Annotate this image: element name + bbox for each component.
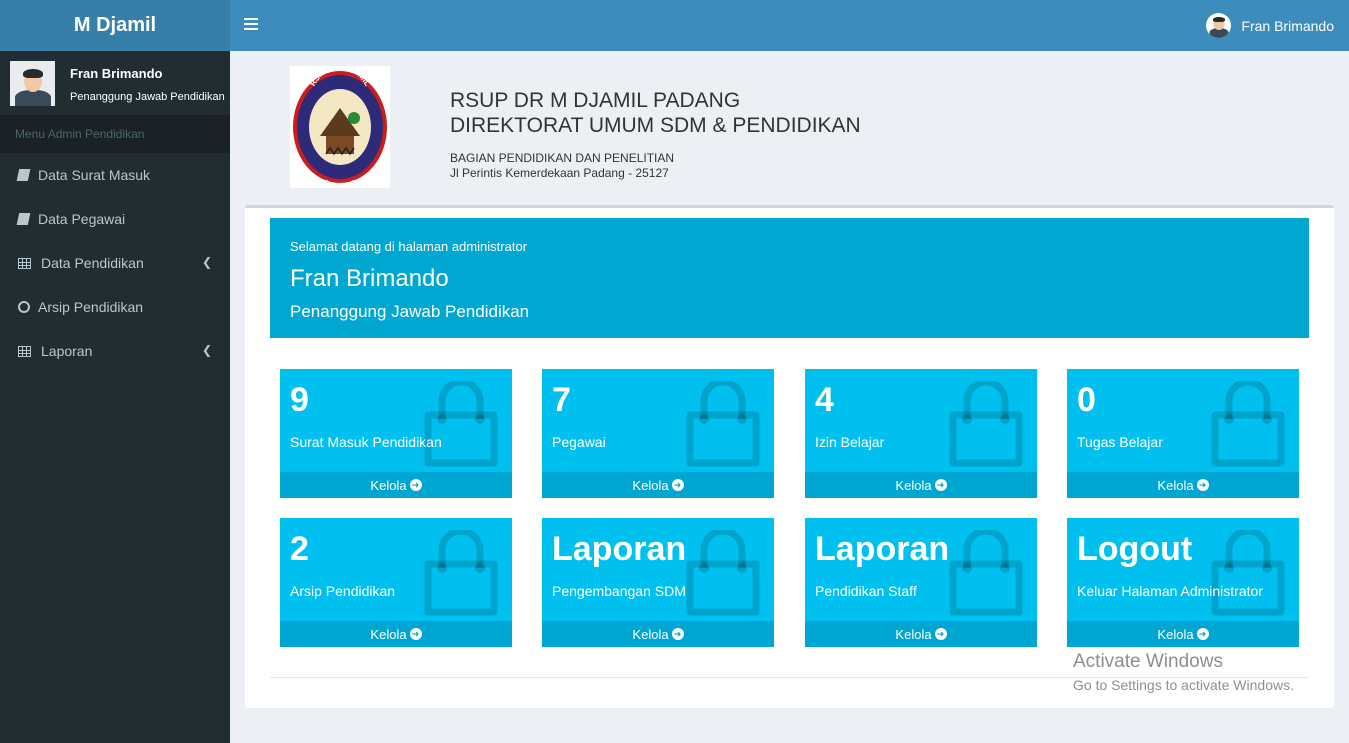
tile-label: Keluar Halaman Administrator [1077,583,1263,599]
tile-laporan-pengembangan-sdm: Laporan Pengembangan SDM Kelola ➜ [542,518,774,647]
shopping-bag-icon [1211,381,1285,467]
kelola-label: Kelola [1157,477,1194,493]
sidebar-item-label: Data Pendidikan [41,255,144,271]
shopping-bag-icon [424,530,498,616]
avatar [1206,13,1232,38]
watermark-title: Activate Windows [1073,651,1223,672]
sidebar-item-arsip-pendidikan[interactable]: Arsip Pendidikan [0,285,230,329]
welcome-name: Fran Brimando [290,265,449,292]
book-icon [16,213,38,225]
welcome-callout: Selamat datang di halaman administrator … [270,218,1309,338]
tile-laporan-pendidikan-staff: Laporan Pendidikan Staff Kelola ➜ [805,518,1037,647]
welcome-role: Penanggung Jawab Pendidikan [290,302,530,321]
tile-logout: Logout Keluar Halaman Administrator Kelola… [1067,518,1299,647]
shopping-bag-icon [686,530,760,616]
kelola-link[interactable]: Kelola ➜ [805,621,1037,647]
windows-activation-watermark: Activate Windows Go to Settings to activ… [1073,651,1294,693]
sidebar-item-label: Data Pegawai [38,211,126,227]
hospital-logo: RS.DR.M.DJAMIL PADANG 1953 [290,62,390,189]
department-name: BAGIAN PENDIDIKAN DAN PENELITIAN [450,151,675,165]
arrow-circle-right-icon: ➜ [1196,479,1209,491]
watermark-subtitle: Go to Settings to activate Windows. [1073,677,1294,693]
kelola-link[interactable]: Kelola ➜ [805,472,1037,498]
kelola-label: Kelola [370,477,407,493]
arrow-circle-right-icon: ➜ [671,479,684,491]
tile-value: 9 [290,381,309,419]
avatar [10,61,55,106]
user-panel: Fran Brimando Penanggung Jawab Pendidika… [0,51,230,115]
tile-label: Surat Masuk Pendidikan [290,434,442,450]
tile-label: Pengembangan SDM [552,583,686,599]
sidebar-item-data-pendidikan[interactable]: Data Pendidikan ❮ [0,241,230,285]
menu-header: Menu Admin Pendidikan [0,115,230,153]
kelola-link[interactable]: Kelola ➜ [1067,472,1299,498]
kelola-link[interactable]: Kelola ➜ [542,621,774,647]
kelola-label: Kelola [895,626,932,642]
shopping-bag-icon [1211,530,1285,616]
kelola-label: Kelola [1157,626,1194,642]
arrow-circle-right-icon: ➜ [409,479,422,491]
sidebar-item-data-surat-masuk[interactable]: Data Surat Masuk [0,153,230,197]
tile-value: Logout [1077,530,1193,568]
tile-value: 7 [552,381,571,419]
tile-tugas-belajar: 0 Tugas Belajar Kelola ➜ [1067,369,1299,498]
shopping-bag-icon [686,381,760,467]
arrow-circle-right-icon: ➜ [671,628,684,640]
kelola-link[interactable]: Kelola ➜ [280,621,512,647]
chevron-left-icon: ❮ [201,255,212,269]
sidebar: Fran Brimando Penanggung Jawab Pendidika… [0,51,230,743]
tile-label: Pegawai [552,434,606,450]
app-logo[interactable]: M Djamil [0,0,230,51]
table-icon [18,257,41,269]
tile-value: Laporan [552,530,687,568]
directorate-name: DIREKTORAT UMUM SDM & PENDIDIKAN [450,114,861,137]
user-role: Penanggung Jawab Pendidikan [70,91,225,103]
tile-value: Laporan [815,530,950,568]
kelola-link[interactable]: Kelola ➜ [280,472,512,498]
arrow-circle-right-icon: ➜ [409,628,422,640]
arrow-circle-right-icon: ➜ [1196,628,1209,640]
table-icon [18,345,41,357]
user-name: Fran Brimando [1241,17,1334,34]
kelola-label: Kelola [370,626,407,642]
tile-value: 4 [815,381,834,419]
sidebar-item-label: Arsip Pendidikan [38,299,144,315]
book-icon [16,169,38,181]
kelola-link[interactable]: Kelola ➜ [1067,621,1299,647]
institution-header: RSUP DR M DJAMIL PADANG DIREKTORAT UMUM … [450,88,861,181]
kelola-label: Kelola [632,626,669,642]
shopping-bag-icon [949,381,1023,467]
tile-izin-belajar: 4 Izin Belajar Kelola ➜ [805,369,1037,498]
institution-name: RSUP DR M DJAMIL PADANG [450,89,741,112]
tile-label: Pendidikan Staff [815,583,917,599]
kelola-label: Kelola [895,477,932,493]
user-name: Fran Brimando [70,66,163,81]
top-navbar: Fran Brimando [230,0,1349,51]
arrow-circle-right-icon: ➜ [934,628,947,640]
tile-value: 0 [1077,381,1096,419]
arrow-circle-right-icon: ➜ [934,479,947,491]
address: Jl Perintis Kemerdekaan Padang - 25127 [450,166,669,180]
user-menu[interactable]: Fran Brimando [1206,13,1334,38]
shopping-bag-icon [424,381,498,467]
tile-label: Arsip Pendidikan [290,583,396,599]
tile-arsip-pendidikan: 2 Arsip Pendidikan Kelola ➜ [280,518,512,647]
sidebar-item-label: Laporan [41,343,93,359]
chevron-left-icon: ❮ [201,343,212,357]
sidebar-item-laporan[interactable]: Laporan ❮ [0,329,230,373]
sidebar-item-label: Data Surat Masuk [38,167,151,183]
sidebar-toggle-icon[interactable] [244,18,258,30]
kelola-label: Kelola [632,477,669,493]
app-title: M Djamil [73,14,157,36]
kelola-link[interactable]: Kelola ➜ [542,472,774,498]
shopping-bag-icon [949,530,1023,616]
tile-label: Tugas Belajar [1077,434,1163,450]
tile-label: Izin Belajar [815,434,885,450]
tile-value: 2 [290,530,309,568]
welcome-text: Selamat datang di halaman administrator [290,239,528,254]
sidebar-item-data-pegawai[interactable]: Data Pegawai [0,197,230,241]
tile-surat-masuk: 9 Surat Masuk Pendidikan Kelola ➜ [280,369,512,498]
tile-pegawai: 7 Pegawai Kelola ➜ [542,369,774,498]
circle-icon [18,301,38,313]
